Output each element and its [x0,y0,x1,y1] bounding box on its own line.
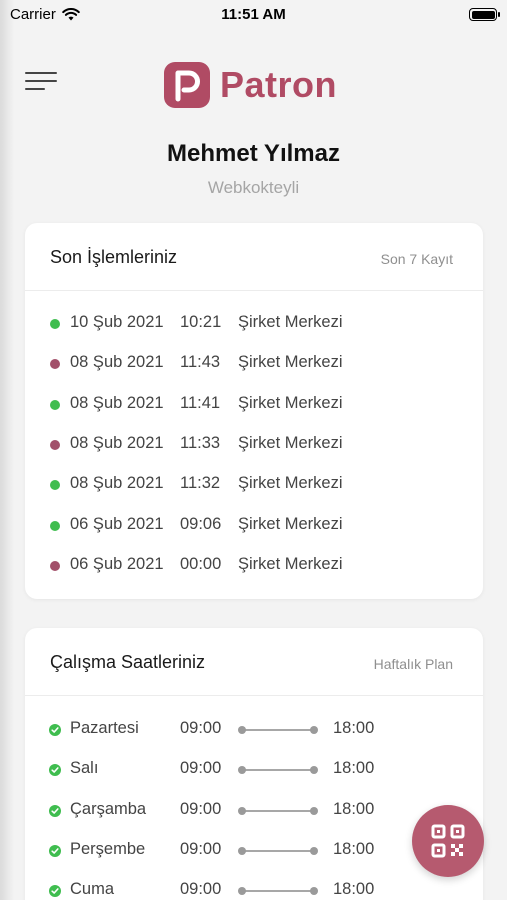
menu-button[interactable] [25,70,57,92]
transaction-row: 08 Şub 2021 11:33 Şirket Merkezi [25,432,483,456]
company-name: Webkokteyli [207,178,300,197]
status-dot [50,520,60,531]
status-dot [50,399,60,410]
day-label: Cuma [70,880,115,899]
check-icon [49,885,61,898]
transaction-place: Şirket Merkezi [238,554,343,573]
transaction-place: Şirket Merkezi [238,393,343,412]
transaction-time: 11:41 [180,393,221,412]
start-time: 09:00 [180,759,222,778]
transaction-date: 06 Şub 2021 [70,554,164,573]
check-icon [49,724,61,736]
transaction-place: Şirket Merkezi [238,353,343,372]
day-label: Pazartesi [70,719,139,737]
time-range-line [238,766,318,775]
transaction-date: 08 Şub 2021 [70,393,164,412]
transaction-date: 06 Şub 2021 [70,514,164,533]
transaction-row: 06 Şub 2021 00:00 Şirket Merkezi [25,553,483,577]
transaction-row: 08 Şub 2021 11:41 Şirket Merkezi [25,392,483,416]
transaction-time: 11:43 [180,353,221,372]
day-label: Çarşamba [70,799,147,818]
logo-text: Patron [220,64,338,105]
user-name: Mehmet Yılmaz [167,140,340,167]
working-hours-row: Cuma 09:00 18:00 [25,878,483,900]
app-logo: Patron [164,62,337,108]
transaction-date: 08 Şub 2021 [70,353,164,372]
transaction-row: 08 Şub 2021 11:32 Şirket Merkezi [25,472,483,496]
check-icon [49,804,61,817]
time-range-line [238,846,318,855]
status-dot [50,439,60,450]
working-hours-row: Salı 09:00 18:00 [25,757,483,781]
qr-scan-button[interactable] [412,805,484,877]
transaction-row: 08 Şub 2021 11:43 Şirket Merkezi [25,351,483,375]
drawer-edge-shadow [0,0,14,900]
transaction-time: 00:00 [180,554,222,573]
status-dot [50,560,60,571]
transaction-date: 08 Şub 2021 [70,433,164,452]
status-bar: Carrier 11:51 AM [0,0,507,30]
status-dot [50,359,60,370]
working-hours-row: Çarşamba 09:00 18:00 [25,798,483,822]
transaction-place: Şirket Merkezi [238,433,343,452]
check-icon [49,764,61,777]
day-label: Perşembe [70,839,146,858]
status-dot [50,480,60,491]
card-title: Çalışma Saatleriniz [50,652,206,672]
day-label: Salı [70,759,99,778]
app-screen: Carrier 11:51 AM Patron Mehmet Yılmaz We… [0,0,507,900]
working-hours-row: Pazartesi 09:00 18:00 [25,717,483,741]
end-time: 18:00 [333,839,375,858]
recent-transactions-card: Son İşlemleriniz Son 7 Kayıt 10 Şub 2021… [25,223,483,599]
start-time: 09:00 [180,799,222,818]
transaction-place: Şirket Merkezi [238,514,343,533]
card-header: Son İşlemleriniz Son 7 Kayıt [25,223,483,291]
start-time: 09:00 [180,719,222,737]
time-range-line [238,887,318,896]
qr-code-icon [431,824,465,858]
time-range-line [238,806,318,815]
end-time: 18:00 [333,799,375,818]
card-subtitle: Son 7 Kayıt [380,251,453,267]
transaction-date: 08 Şub 2021 [70,474,164,493]
card-subtitle: Haftalık Plan [373,656,453,672]
transaction-place: Şirket Merkezi [238,313,343,331]
check-icon [49,844,61,857]
transaction-time: 09:06 [180,514,222,533]
transaction-row: 10 Şub 2021 10:21 Şirket Merkezi [25,311,483,335]
start-time: 09:00 [180,839,222,858]
patron-logo-icon [164,62,210,108]
transaction-row: 06 Şub 2021 09:06 Şirket Merkezi [25,513,483,537]
time-range-line [238,726,318,734]
transaction-time: 10:21 [180,313,222,331]
transaction-time: 11:32 [180,474,221,493]
end-time: 18:00 [333,719,375,737]
transaction-place: Şirket Merkezi [238,474,343,493]
start-time: 09:00 [180,880,222,899]
end-time: 18:00 [333,759,375,778]
card-title: Son İşlemleriniz [50,247,178,267]
end-time: 18:00 [333,880,375,899]
battery-icon [469,8,500,21]
card-header: Çalışma Saatleriniz Haftalık Plan [25,628,483,696]
transaction-time: 11:33 [180,433,221,452]
status-time: 11:51 AM [221,6,286,23]
transaction-date: 10 Şub 2021 [70,313,164,331]
working-hours-card: Çalışma Saatleriniz Haftalık Plan Pazart… [25,628,483,900]
status-dot [50,319,60,329]
